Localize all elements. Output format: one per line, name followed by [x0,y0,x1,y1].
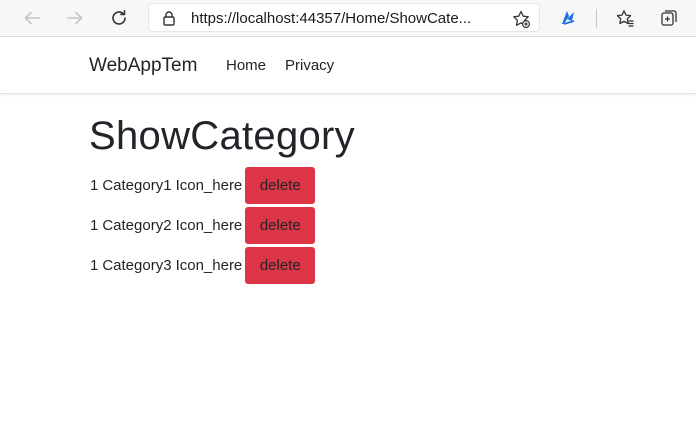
lock-icon[interactable] [161,10,177,26]
address-bar[interactable]: https://localhost:44357/Home/ShowCate... [148,3,540,32]
category-name: Category1 [102,177,172,194]
category-id: 1 [90,257,99,274]
page-title: ShowCategory [89,114,355,158]
delete-button[interactable]: delete [245,247,316,284]
category-id: 1 [90,177,99,194]
toolbar-separator [596,9,597,28]
back-arrow-icon[interactable] [19,5,45,31]
refresh-icon[interactable] [106,5,132,31]
delete-button[interactable]: delete [245,167,316,204]
category-name: Category3 [102,257,172,274]
category-row: 1 Category1 Icon_here delete [90,167,316,204]
add-favorite-icon[interactable] [511,9,531,29]
favorites-icon[interactable] [612,5,638,31]
collections-icon[interactable] [656,5,682,31]
category-row: 1 Category2 Icon_here delete [90,207,316,244]
forward-arrow-icon[interactable] [62,5,88,31]
app-navbar: WebAppTem Home Privacy [0,37,696,94]
navbar-brand[interactable]: WebAppTem [89,55,197,77]
category-icon-text: Icon_here [175,217,243,234]
url-text[interactable]: https://localhost:44357/Home/ShowCate... [191,10,501,27]
nav-link-privacy[interactable]: Privacy [285,57,334,75]
delete-button[interactable]: delete [245,207,316,244]
category-row: 1 Category3 Icon_here delete [90,247,316,284]
category-name: Category2 [102,217,172,234]
extension-icon[interactable] [555,5,581,31]
browser-toolbar: https://localhost:44357/Home/ShowCate... [0,0,696,37]
category-icon-text: Icon_here [175,177,243,194]
category-id: 1 [90,217,99,234]
nav-link-home[interactable]: Home [226,57,266,75]
category-icon-text: Icon_here [175,257,243,274]
